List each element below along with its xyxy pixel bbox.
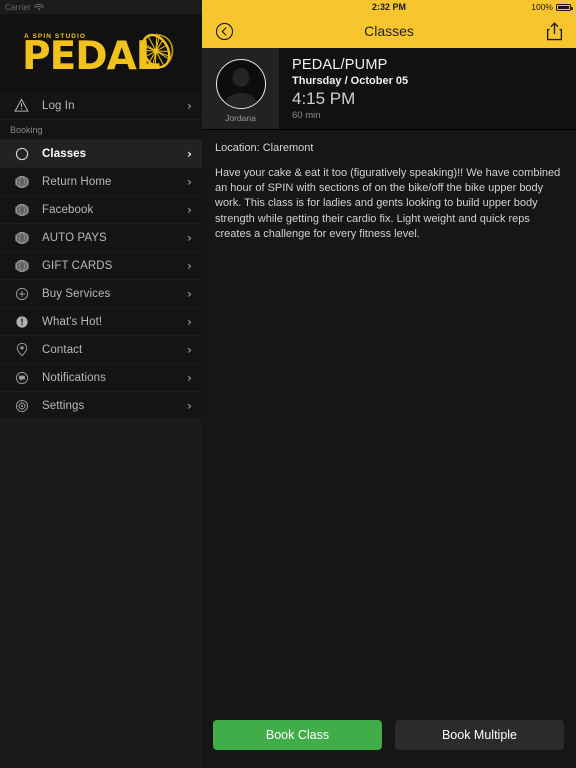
app-logo: A SPIN STUDIO PEDAL [0, 14, 202, 92]
content-panel: 2:32 PM 100% Classes Jordana PEDAL/PUMP … [202, 0, 576, 768]
chevron-right-icon: › [187, 398, 192, 413]
circle-icon [12, 144, 31, 163]
class-date: Thursday / October 05 [292, 75, 409, 87]
speech-bubble-icon [12, 368, 31, 387]
carrier-label: Carrier [5, 2, 31, 12]
instructor-name: Jordana [225, 112, 256, 123]
sidebar-item-whats-hot[interactable]: What's Hot! › [0, 308, 202, 336]
class-info: PEDAL/PUMP Thursday / October 05 4:15 PM… [279, 48, 576, 129]
chevron-right-icon: › [187, 258, 192, 273]
sidebar-item-gift-cards[interactable]: GIFT CARDS › [0, 252, 202, 280]
sidebar-item-label: Contact [42, 343, 83, 356]
sidebar-item-auto-pays[interactable]: AUTO PAYS › [0, 224, 202, 252]
sidebar-item-label: What's Hot! [42, 315, 103, 328]
action-footer: Book Class Book Multiple [202, 714, 576, 768]
sidebar-item-label: Settings [42, 399, 85, 412]
instructor-block: Jordana [202, 48, 279, 129]
sidebar-item-label: GIFT CARDS [42, 259, 113, 272]
sidebar-item-label: AUTO PAYS [42, 231, 107, 244]
battery-full-icon [556, 3, 573, 11]
class-description: Have your cake & eat it too (figurativel… [215, 167, 561, 240]
chevron-right-icon: › [187, 98, 192, 113]
app-screen: Carrier A SPIN STUDIO PEDAL Log In › Boo… [0, 0, 576, 768]
sidebar-item-label: Facebook [42, 203, 94, 216]
person-avatar-icon [215, 58, 266, 109]
sidebar-item-facebook[interactable]: Facebook › [0, 196, 202, 224]
globe-icon [12, 228, 31, 247]
class-location: Location: Claremont [215, 142, 314, 154]
back-circle-chevron-icon [215, 22, 233, 40]
warning-triangle-icon [12, 96, 31, 115]
gear-icon [12, 396, 31, 415]
sidebar-item-label: Buy Services [42, 287, 111, 300]
sidebar-item-label: Log In [42, 99, 75, 112]
chevron-right-icon: › [187, 146, 192, 161]
sidebar-item-label: Classes [42, 147, 87, 160]
sidebar-item-log-in[interactable]: Log In › [0, 92, 202, 120]
status-bar-right: 2:32 PM 100% [202, 0, 576, 14]
chevron-right-icon: › [187, 230, 192, 245]
sidebar-item-return-home[interactable]: Return Home › [0, 168, 202, 196]
page-title: Classes [364, 23, 414, 39]
sidebar-item-classes[interactable]: Classes › [0, 140, 202, 168]
plus-circle-icon [12, 284, 31, 303]
chevron-right-icon: › [187, 370, 192, 385]
status-bar-left: Carrier [0, 0, 202, 14]
wifi-icon [34, 3, 44, 11]
sidebar-item-notifications[interactable]: Notifications › [0, 364, 202, 392]
chevron-right-icon: › [187, 286, 192, 301]
exclamation-circle-icon [12, 312, 31, 331]
sidebar-menu[interactable]: Log In › Booking Classes › Return Home ›… [0, 92, 202, 768]
book-multiple-button[interactable]: Book Multiple [395, 720, 564, 750]
globe-icon [12, 172, 31, 191]
sidebar-item-settings[interactable]: Settings › [0, 392, 202, 420]
globe-icon [12, 256, 31, 275]
battery-status: 100% [531, 0, 573, 14]
class-description-section: Location: Claremont Have your cake & eat… [202, 130, 576, 242]
class-title: PEDAL/PUMP [292, 57, 388, 73]
sidebar-item-label: Return Home [42, 175, 112, 188]
class-duration: 60 min [292, 110, 321, 121]
battery-percent-label: 100% [531, 2, 553, 12]
share-upload-icon [546, 21, 562, 40]
chevron-right-icon: › [187, 174, 192, 189]
back-button[interactable] [212, 19, 236, 43]
chevron-right-icon: › [187, 314, 192, 329]
globe-icon [12, 200, 31, 219]
share-button[interactable] [542, 19, 566, 43]
navigation-bar: Classes [202, 14, 576, 48]
chevron-right-icon: › [187, 342, 192, 357]
class-time: 4:15 PM [292, 89, 356, 108]
sidebar-item-buy-services[interactable]: Buy Services › [0, 280, 202, 308]
book-class-button[interactable]: Book Class [213, 720, 382, 750]
sidebar-section-booking: Booking [0, 120, 202, 140]
class-header[interactable]: Jordana PEDAL/PUMP Thursday / October 05… [202, 48, 576, 130]
sidebar-item-contact[interactable]: Contact › [0, 336, 202, 364]
sidebar-item-label: Notifications [42, 371, 106, 384]
sidebar: Carrier A SPIN STUDIO PEDAL Log In › Boo… [0, 0, 202, 768]
location-pin-icon [12, 340, 31, 359]
chevron-right-icon: › [187, 202, 192, 217]
status-bar-time: 2:32 PM [371, 2, 406, 12]
